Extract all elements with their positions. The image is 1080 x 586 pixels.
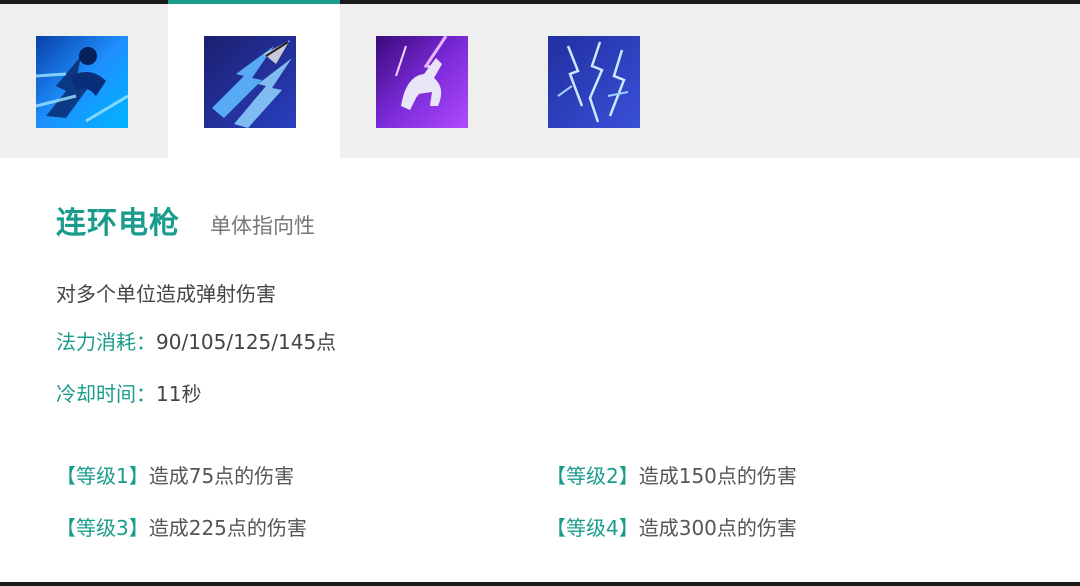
mana-cost-value: 90/105/125/145点 (156, 330, 337, 354)
cooldown-value: 11秒 (156, 382, 202, 406)
cooldown-label: 冷却时间： (56, 382, 156, 406)
mana-cost-row: 法力消耗：90/105/125/145点 (56, 326, 336, 355)
skill-panel: 连环电枪 单体指向性 对多个单位造成弹射伤害 法力消耗：90/105/125/1… (0, 0, 1080, 582)
lightning-horse-icon (376, 36, 468, 128)
skill-name: 连环电枪 (56, 206, 180, 241)
skill-tab-bar (0, 0, 1080, 158)
lightning-storm-icon (548, 36, 640, 128)
level-effect: 造成300点的伤害 (638, 516, 797, 540)
level-tag: 【等级3】 (56, 516, 149, 540)
level-3-row: 【等级3】造成225点的伤害 (56, 512, 307, 541)
level-1-row: 【等级1】造成75点的伤害 (56, 460, 294, 489)
level-effect: 造成75点的伤害 (148, 464, 295, 488)
tab-skill-2[interactable] (168, 0, 340, 158)
tab-skill-1[interactable] (0, 4, 172, 158)
skill-title-row: 连环电枪 单体指向性 (56, 198, 315, 242)
skill-type: 单体指向性 (210, 214, 315, 238)
level-tag: 【等级1】 (56, 464, 149, 488)
chain-spear-icon (204, 36, 296, 128)
level-tag: 【等级2】 (546, 464, 639, 488)
skill-description: 对多个单位造成弹射伤害 (56, 282, 276, 306)
level-4-row: 【等级4】造成300点的伤害 (546, 512, 797, 541)
level-2-row: 【等级2】造成150点的伤害 (546, 460, 797, 489)
tab-skill-3[interactable] (340, 4, 512, 158)
sprint-icon (36, 36, 128, 128)
cooldown-row: 冷却时间：11秒 (56, 378, 201, 407)
mana-cost-label: 法力消耗： (56, 330, 156, 354)
skill-detail: 连环电枪 单体指向性 对多个单位造成弹射伤害 法力消耗：90/105/125/1… (0, 158, 1080, 582)
level-tag: 【等级4】 (546, 516, 639, 540)
level-effect: 造成150点的伤害 (638, 464, 797, 488)
level-effect: 造成225点的伤害 (148, 516, 307, 540)
tab-skill-4[interactable] (512, 4, 684, 158)
